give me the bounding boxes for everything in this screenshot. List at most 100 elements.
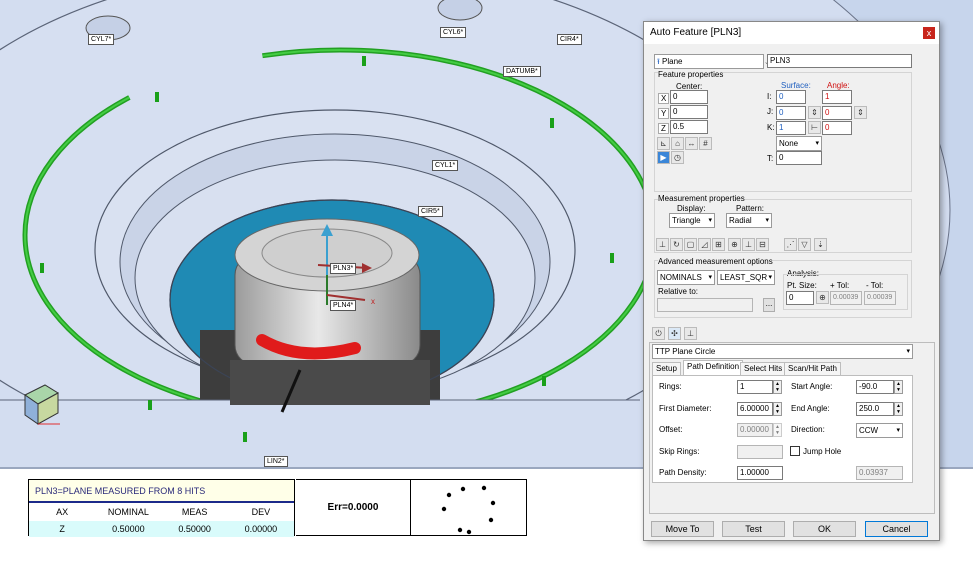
probe-toolbox-icon[interactable]: ⊥ xyxy=(684,327,697,340)
re-measure-icon[interactable]: ⊟ xyxy=(756,238,769,251)
nominals-value: NOMINALS xyxy=(660,273,702,282)
chevron-down-icon: ▾ xyxy=(765,217,769,224)
show-hits-icon[interactable]: ⊕ xyxy=(728,238,741,251)
best-fit-dropdown[interactable]: LEAST_SQR ▾ xyxy=(717,270,775,285)
pattern-dropdown[interactable]: Radial ▾ xyxy=(726,213,772,228)
chevron-down-icon: ▾ xyxy=(708,274,712,281)
feature-label-cyl7[interactable]: CYL7* xyxy=(88,34,115,45)
jump-hole-checkbox[interactable] xyxy=(790,446,800,456)
y-label[interactable]: Y xyxy=(658,108,670,119)
angle-k-field[interactable]: 0 xyxy=(822,121,852,135)
feature-label-cyl1[interactable]: CYL1* xyxy=(432,160,459,171)
relative-to-label: Relative to: xyxy=(658,287,699,296)
direction-dropdown[interactable]: CCW ▾ xyxy=(856,423,903,438)
dimension-table: PLN3=PLANE MEASURED FROM 8 HITS AX NOMIN… xyxy=(28,479,295,537)
measure-now-icon[interactable]: ⊥ xyxy=(742,238,755,251)
point-only-icon[interactable]: ↔ xyxy=(685,137,698,150)
thickness-type-dropdown[interactable]: None ▾ xyxy=(776,136,822,151)
rings-stepper[interactable]: ▲ ▼ xyxy=(773,380,782,394)
read-position-icon[interactable]: ⌂ xyxy=(671,137,684,150)
plus-tol-field[interactable]: 0.00039 xyxy=(830,291,862,305)
move-icon[interactable]: ✣ xyxy=(668,327,681,340)
scatter-icon[interactable]: ⋰ xyxy=(784,238,797,251)
rings-field[interactable]: 1 xyxy=(737,380,773,394)
x-label[interactable]: X xyxy=(658,93,670,104)
tab-setup[interactable]: Setup xyxy=(652,362,681,375)
cancel-button[interactable]: Cancel xyxy=(865,521,928,537)
nominals-dropdown[interactable]: NOMINALS ▾ xyxy=(657,270,715,285)
select-icon[interactable]: ⊞ xyxy=(712,238,725,251)
path-density-field[interactable]: 1.00000 xyxy=(737,466,783,480)
offset-field[interactable]: 0.00000 xyxy=(737,423,773,437)
feature-label-cir5[interactable]: CIR5* xyxy=(418,206,443,217)
feature-name-field[interactable]: PLN3 xyxy=(767,54,912,68)
thickness-field[interactable]: 0 xyxy=(776,151,822,165)
jump-hole-label: Jump Hole xyxy=(803,447,842,456)
skip-rings-field[interactable] xyxy=(737,445,783,459)
first-diameter-stepper[interactable]: ▲ ▼ xyxy=(773,402,782,416)
clock-icon[interactable]: ◷ xyxy=(671,151,684,164)
display-label: Display: xyxy=(677,204,706,213)
center-x-field[interactable]: 0 xyxy=(670,90,708,104)
first-diameter-field[interactable]: 6.00000 xyxy=(737,402,773,416)
sample-hits-icon[interactable]: ⊥ xyxy=(656,238,669,251)
zoom-icon[interactable]: ⊕ xyxy=(816,291,829,304)
move-to-button[interactable]: Move To xyxy=(651,521,714,537)
pattern-value: Radial xyxy=(729,216,752,225)
rings-label: Rings: xyxy=(659,382,682,391)
feature-label-lin2[interactable]: LIN2* xyxy=(264,456,288,467)
probe-icon[interactable]: ⇣ xyxy=(814,238,827,251)
column-header: DEV xyxy=(251,507,271,517)
center-z-field[interactable]: 0.5 xyxy=(670,120,708,134)
circular-moves-icon[interactable]: ◿ xyxy=(698,238,711,251)
direction-label: Direction: xyxy=(791,425,825,434)
close-button[interactable]: x xyxy=(923,27,935,39)
chevron-down-icon: ▾ xyxy=(906,348,910,355)
offset-stepper[interactable]: ▲ ▼ xyxy=(773,423,782,437)
dimension-header-row: AX NOMINAL MEAS DEV xyxy=(29,504,294,520)
z-label[interactable]: Z xyxy=(658,123,669,134)
tab-select-hits[interactable]: Select Hits xyxy=(740,362,787,375)
end-angle-field[interactable]: 250.0 xyxy=(856,402,894,416)
surface-j-field[interactable]: 0 xyxy=(776,106,806,120)
center-y-field[interactable]: 0 xyxy=(670,105,708,119)
minus-tol-field[interactable]: 0.00039 xyxy=(864,291,896,305)
strategy-dropdown[interactable]: TTP Plane Circle ▾ xyxy=(652,344,913,359)
chevron-down-icon: ▾ xyxy=(768,274,772,281)
angle-i-field[interactable]: 1 xyxy=(822,90,852,104)
feature-type-dropdown[interactable]: ⭱ Plane xyxy=(654,54,764,69)
density-spacing-field[interactable]: 0.03937 xyxy=(856,466,903,480)
surface-i-field[interactable]: 0 xyxy=(776,90,806,104)
auto-wrist-icon[interactable]: ↻ xyxy=(670,238,683,251)
test-button[interactable]: Test xyxy=(722,521,785,537)
flip-angle-icon[interactable]: ⇕ xyxy=(854,106,867,119)
flip-vector-icon[interactable]: ⇕ xyxy=(808,106,821,119)
find-vector-icon[interactable]: ⊢ xyxy=(808,121,821,134)
start-angle-field[interactable]: -90.0 xyxy=(856,380,894,394)
tab-path-definition[interactable]: Path Definition xyxy=(683,360,744,375)
feature-label-cir4[interactable]: CIR4* xyxy=(557,34,582,45)
display-dropdown[interactable]: Triangle ▾ xyxy=(669,213,715,228)
find-nominals-icon[interactable]: # xyxy=(699,137,712,150)
pt-size-field[interactable]: 0 xyxy=(786,291,814,305)
play-icon[interactable]: ▶ xyxy=(657,151,670,164)
clearance-plane-icon[interactable]: ▢ xyxy=(684,238,697,251)
feature-label-cyl6[interactable]: CYL6* xyxy=(440,27,467,38)
relative-to-field[interactable] xyxy=(657,298,753,312)
feature-label-pln4[interactable]: PLN4* xyxy=(330,300,357,311)
angle-j-field[interactable]: 0 xyxy=(822,106,852,120)
start-angle-stepper[interactable]: ▲ ▼ xyxy=(894,380,903,394)
ok-button[interactable]: OK xyxy=(793,521,856,537)
column-header: AX xyxy=(56,507,69,517)
end-angle-stepper[interactable]: ▲ ▼ xyxy=(894,402,903,416)
surface-k-field[interactable]: 1 xyxy=(776,121,806,135)
power-icon[interactable]: ⏻ xyxy=(652,327,665,340)
browse-button[interactable]: ... xyxy=(763,298,775,312)
chevron-down-icon: ▾ xyxy=(896,427,900,434)
polar-coordinates-icon[interactable]: ⊾ xyxy=(657,137,670,150)
filter-icon[interactable]: ▽ xyxy=(798,238,811,251)
pattern-label: Pattern: xyxy=(736,204,765,213)
feature-label-pln3[interactable]: PLN3* xyxy=(330,263,357,274)
feature-label-datumb[interactable]: DATUMB* xyxy=(503,66,541,77)
tab-scan-hit-path[interactable]: Scan/Hit Path xyxy=(784,362,841,375)
